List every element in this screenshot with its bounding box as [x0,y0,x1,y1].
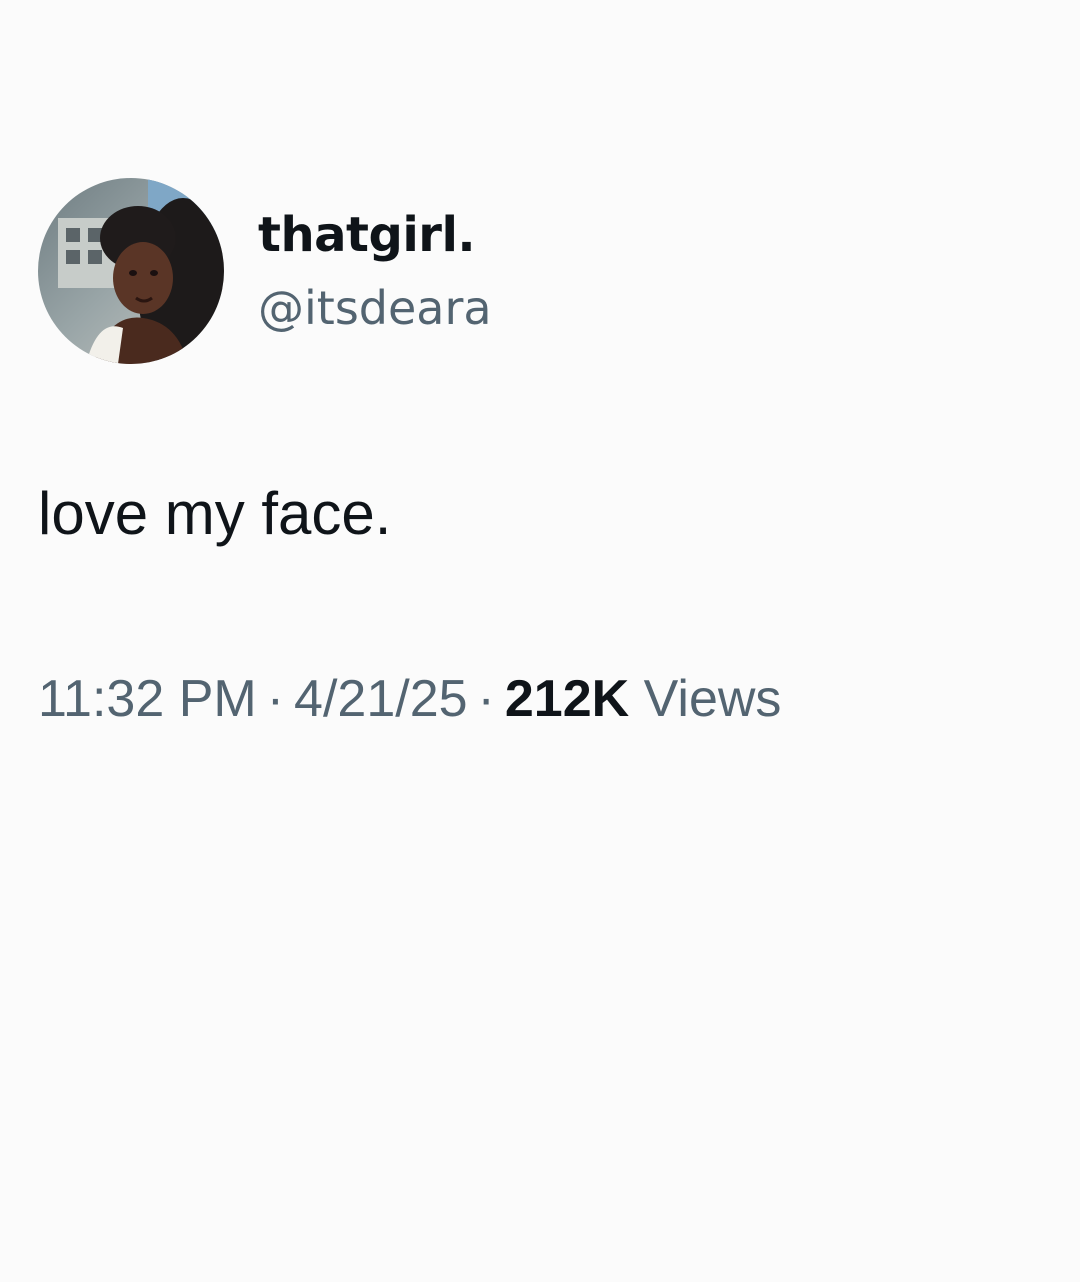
tweet-header: thatgirl. @itsdeara [38,178,492,364]
tweet-time[interactable]: 11:32 PM [38,670,257,728]
author-names: thatgirl. @itsdeara [258,205,492,337]
views-count[interactable]: 212K [505,670,629,728]
views-label[interactable]: Views [644,670,782,728]
tweet-meta: 11:32 PM · 4/21/25 · 212K Views [38,666,781,732]
profile-photo-icon [38,178,224,364]
meta-separator: · [266,670,285,728]
meta-separator: · [477,670,495,728]
tweet-card: thatgirl. @itsdeara love my face. 11:32 … [0,0,1080,1282]
display-name[interactable]: thatgirl. [258,205,492,265]
tweet-date[interactable]: 4/21/25 [294,670,468,728]
avatar[interactable] [38,178,224,364]
tweet-text: love my face. [38,480,392,547]
user-handle[interactable]: @itsdeara [258,279,492,337]
